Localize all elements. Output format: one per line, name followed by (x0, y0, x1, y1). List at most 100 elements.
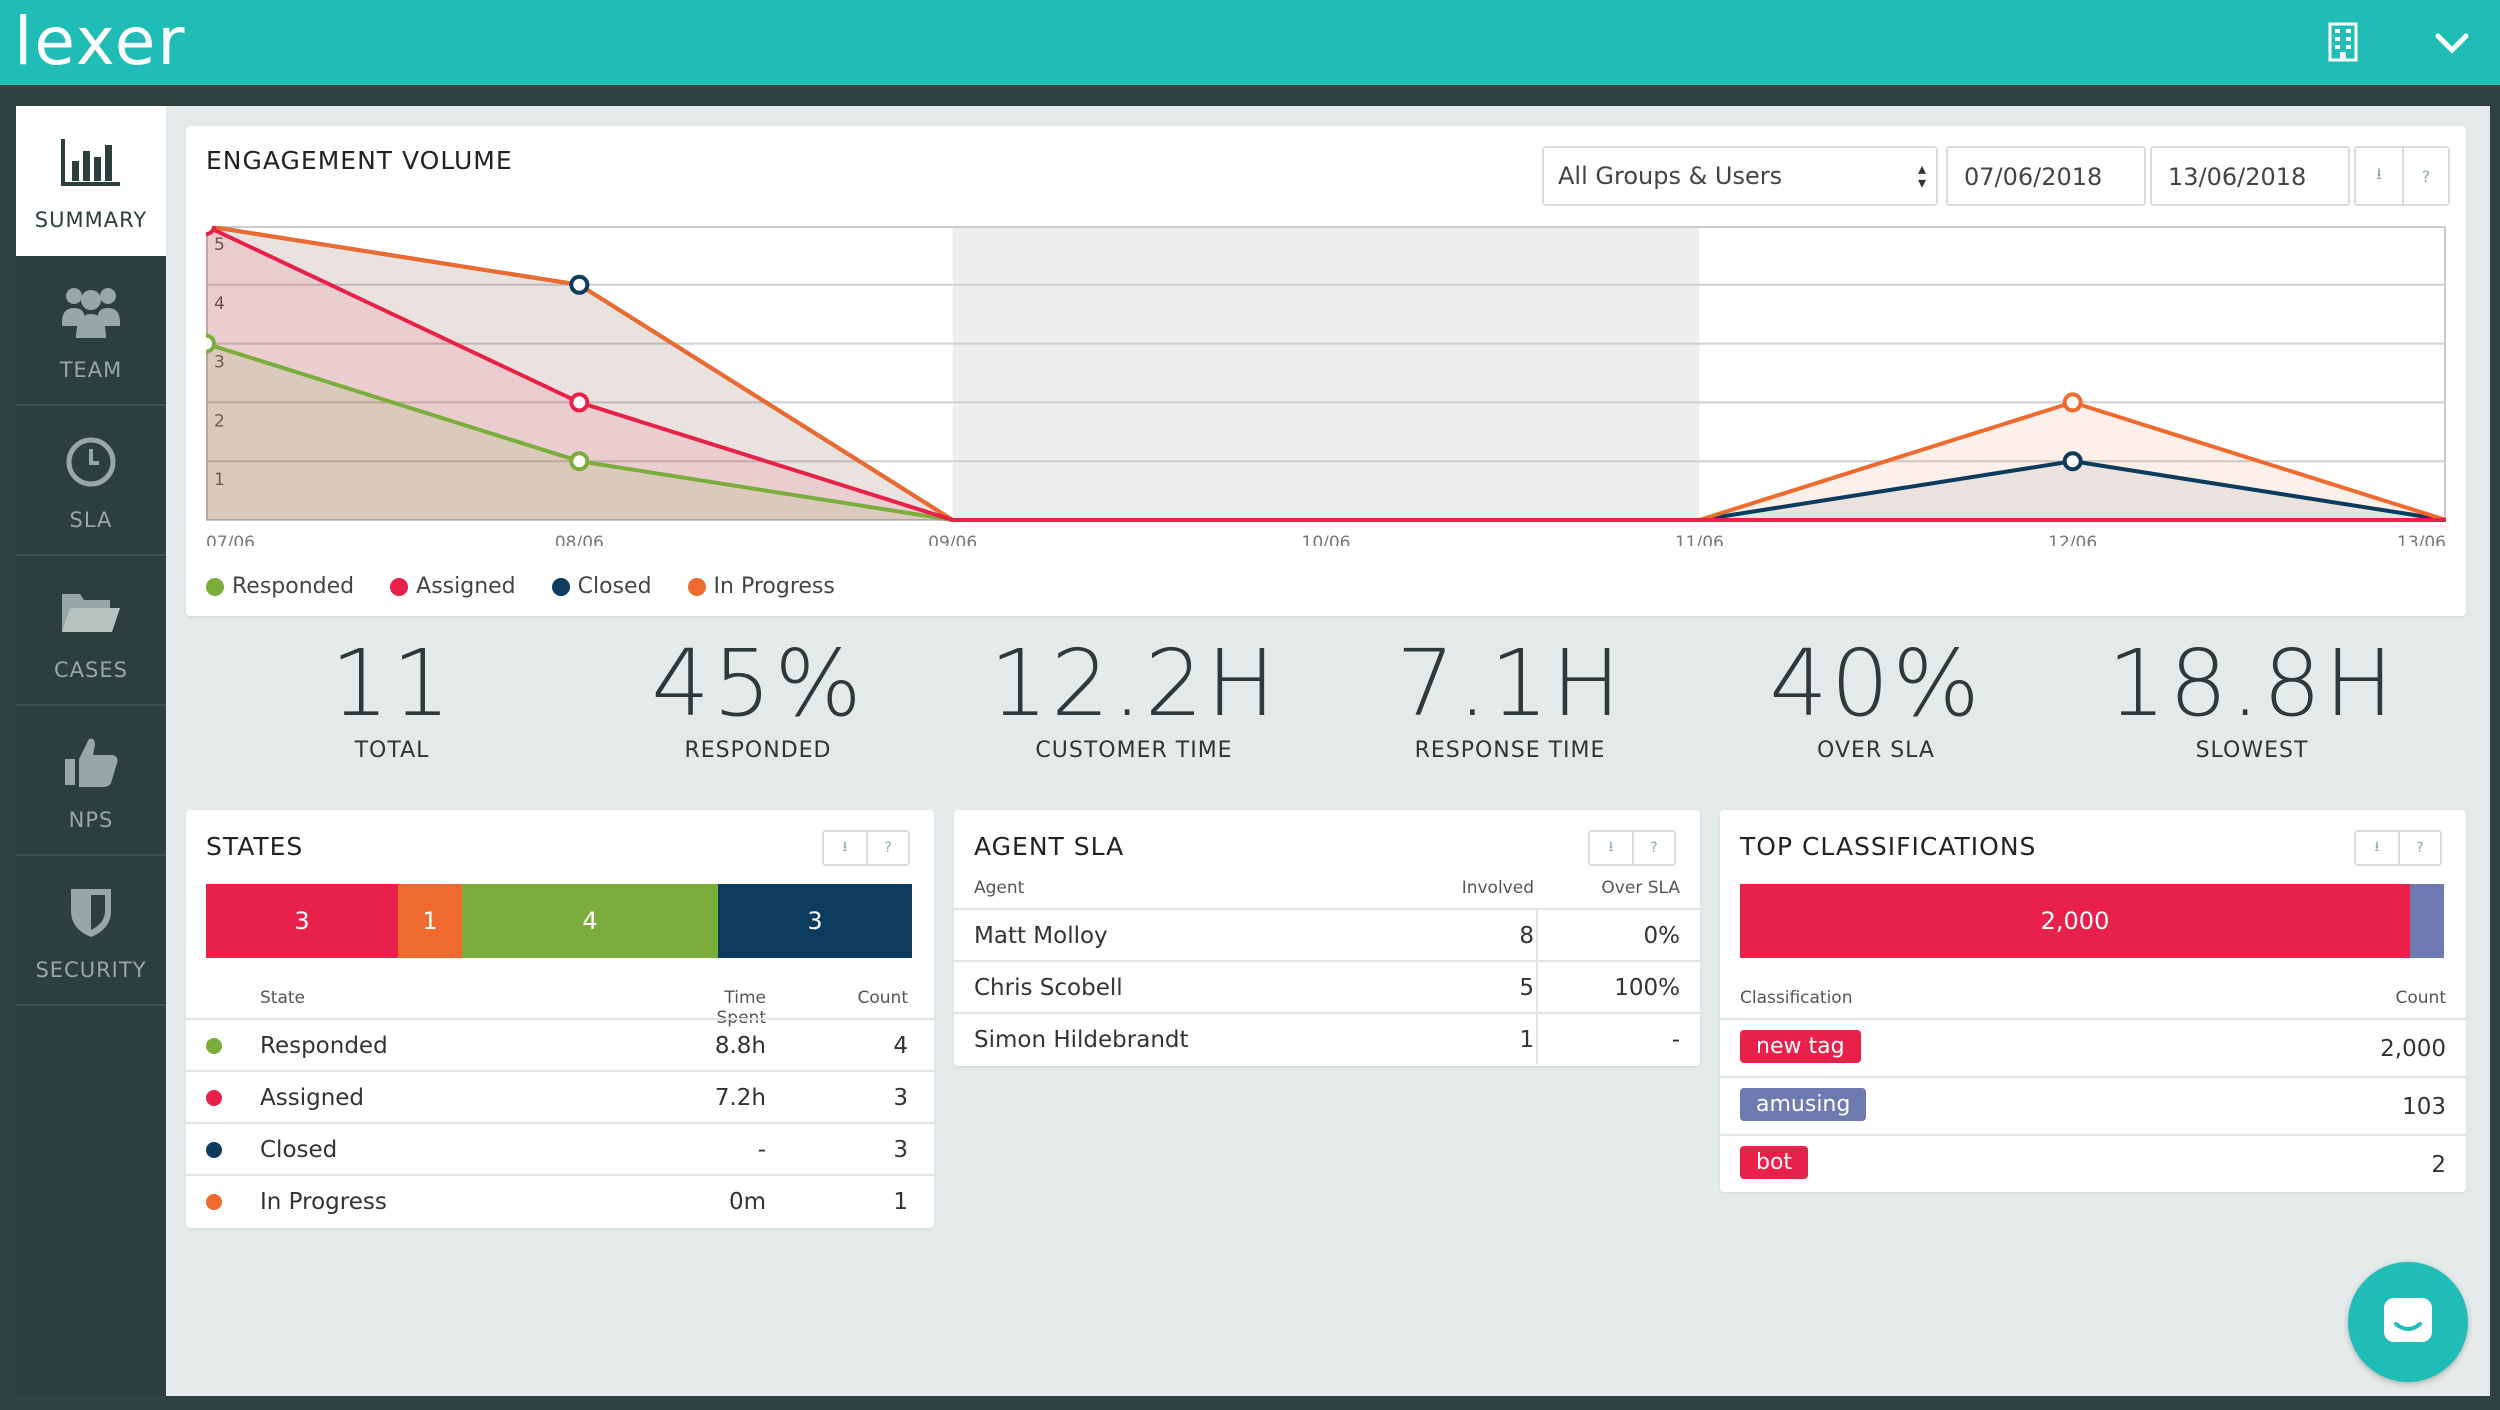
download-button[interactable]: ⭳ (1590, 832, 1632, 864)
table-row: amusing 103 (1720, 1076, 2466, 1134)
x-tick-label: 12/06 (2048, 533, 2097, 546)
states-bar-assigned[interactable]: 3 (206, 884, 398, 958)
chart-legend: Responded Assigned Closed In Progress (206, 574, 835, 599)
x-tick-label: 10/06 (1302, 533, 1351, 546)
sidebar-item-label: TEAM (59, 358, 123, 382)
stat-slowest: 18.8H SLOWEST (2107, 630, 2397, 764)
col-state[interactable]: State (260, 988, 305, 1008)
tag-badge[interactable]: bot (1740, 1146, 1809, 1179)
download-button[interactable]: ⭳ (2356, 832, 2398, 864)
table-row[interactable]: Matt Molloy 8 0% (954, 908, 1700, 960)
data-point-closed (569, 274, 590, 295)
classification-bar-amusing[interactable] (2410, 884, 2444, 958)
table-row: bot 2 (1720, 1134, 2466, 1192)
data-point-in-progress (2062, 392, 2083, 413)
group-select[interactable]: All Groups & Users ▴ ▾ (1542, 146, 1938, 206)
sidebar-item-cases[interactable]: CASES (16, 556, 166, 706)
table-row: Closed - 3 (186, 1122, 934, 1174)
data-point-assigned (206, 226, 216, 236)
shield-icon (71, 889, 111, 937)
status-dot (206, 1090, 222, 1106)
team-icon (62, 288, 120, 338)
sidebar-item-label: CASES (54, 658, 128, 682)
sidebar-item-summary[interactable]: SUMMARY (16, 106, 166, 256)
download-button[interactable]: ⭳ (824, 832, 866, 864)
lexer-logo[interactable]: lexer (14, 9, 187, 75)
classifications-title: TOP CLASSIFICATIONS (1740, 832, 2037, 861)
chat-launcher-button[interactable] (2348, 1262, 2468, 1382)
chevron-down-icon[interactable] (2432, 28, 2472, 58)
download-icon: ⭳ (2376, 163, 2382, 183)
sidebar-item-team[interactable]: TEAM (16, 256, 166, 406)
tag-badge[interactable]: new tag (1740, 1030, 1861, 1063)
data-point-responded (569, 451, 590, 472)
top-bar: lexer (0, 0, 2500, 85)
building-icon[interactable] (2328, 22, 2358, 62)
select-arrows-icon: ▴ ▾ (1917, 159, 1926, 192)
engagement-volume-card: ENGAGEMENT VOLUME All Groups & Users ▴ ▾ … (186, 126, 2466, 616)
help-button[interactable]: ? (866, 832, 908, 864)
status-dot (206, 1142, 222, 1158)
download-icon: ⭳ (2374, 839, 2380, 855)
states-bar-in-progress[interactable]: 1 (398, 884, 462, 958)
states-actions: ⭳ ? (822, 830, 910, 866)
chat-icon (2384, 1298, 2432, 1342)
states-bar-closed[interactable]: 3 (718, 884, 912, 958)
states-bar-responded[interactable]: 4 (462, 884, 718, 958)
sidebar-item-sla[interactable]: SLA (16, 406, 166, 556)
table-row[interactable]: Simon Hildebrandt 1 - (954, 1012, 1700, 1064)
help-button[interactable]: ? (2398, 832, 2440, 864)
col-involved[interactable]: Involved (1434, 878, 1534, 898)
group-select-value: All Groups & Users (1558, 162, 1783, 190)
table-row: Assigned 7.2h 3 (186, 1070, 934, 1122)
data-point-assigned (569, 392, 590, 413)
legend-responded[interactable]: Responded (206, 574, 354, 599)
download-button[interactable]: ⭳ (2356, 148, 2402, 204)
download-icon: ⭳ (1608, 839, 1614, 855)
download-icon: ⭳ (842, 839, 848, 855)
x-tick-label: 08/06 (555, 533, 604, 546)
engagement-title: ENGAGEMENT VOLUME (206, 146, 513, 175)
legend-closed[interactable]: Closed (551, 574, 652, 599)
stats-band: 11 TOTAL 45% RESPONDED 12.2H CUSTOMER TIME … (186, 620, 2466, 790)
stat-responded: 45% RESPONDED (651, 630, 865, 764)
agent-sla-actions: ⭳ ? (1588, 830, 1676, 866)
help-button[interactable]: ? (1632, 832, 1674, 864)
date-from-input[interactable]: 07/06/2018 (1946, 146, 2146, 206)
engagement-chart: 1234507/0608/0609/0610/0611/0612/0613/06 (206, 226, 2446, 546)
col-count[interactable]: Count (846, 988, 909, 1008)
data-point-closed (2062, 451, 2083, 472)
sidebar-item-label: SUMMARY (34, 208, 148, 232)
table-row: new tag 2,000 (1720, 1018, 2466, 1076)
table-row[interactable]: Chris Scobell 5 100% (954, 960, 1700, 1012)
table-row: In Progress 0m 1 (186, 1174, 934, 1226)
help-button[interactable]: ? (2402, 148, 2448, 204)
table-row: Responded 8.8h 4 (186, 1018, 934, 1070)
legend-assigned[interactable]: Assigned (390, 574, 516, 599)
x-tick-label: 07/06 (206, 533, 255, 546)
clock-icon (66, 437, 116, 487)
col-over-sla[interactable]: Over SLA (1574, 878, 1680, 898)
agent-sla-title: AGENT SLA (974, 832, 1125, 861)
states-card: STATES ⭳ ? 3 1 4 3 State Time Spent Coun… (186, 810, 934, 1228)
classification-bar-new-tag[interactable]: 2,000 (1740, 884, 2410, 958)
date-to-input[interactable]: 13/06/2018 (2150, 146, 2350, 206)
x-tick-label: 09/06 (928, 533, 977, 546)
status-dot (206, 1038, 222, 1054)
sidebar-item-nps[interactable]: NPS (16, 706, 166, 856)
sidebar-item-security[interactable]: SECURITY (16, 856, 166, 1006)
col-count[interactable]: Count (2340, 988, 2447, 1008)
legend-in-progress[interactable]: In Progress (687, 574, 835, 599)
tag-badge[interactable]: amusing (1740, 1088, 1867, 1121)
classifications-actions: ⭳ ? (2354, 830, 2442, 866)
sidebar-item-label: NPS (68, 808, 114, 832)
sidebar-item-label: SLA (69, 508, 113, 532)
top-classifications-card: TOP CLASSIFICATIONS ⭳ ? 2,000 Classifica… (1720, 810, 2466, 1192)
thumbs-up-icon (65, 738, 118, 787)
engagement-actions: ⭳ ? (2354, 146, 2450, 206)
stat-total: 11 TOTAL (330, 630, 454, 764)
stat-customer-time: 12.2H CUSTOMER TIME (989, 630, 1279, 764)
col-agent[interactable]: Agent (974, 878, 1024, 898)
col-classification[interactable]: Classification (1740, 988, 1852, 1008)
x-tick-label: 13/06 (2397, 533, 2446, 546)
